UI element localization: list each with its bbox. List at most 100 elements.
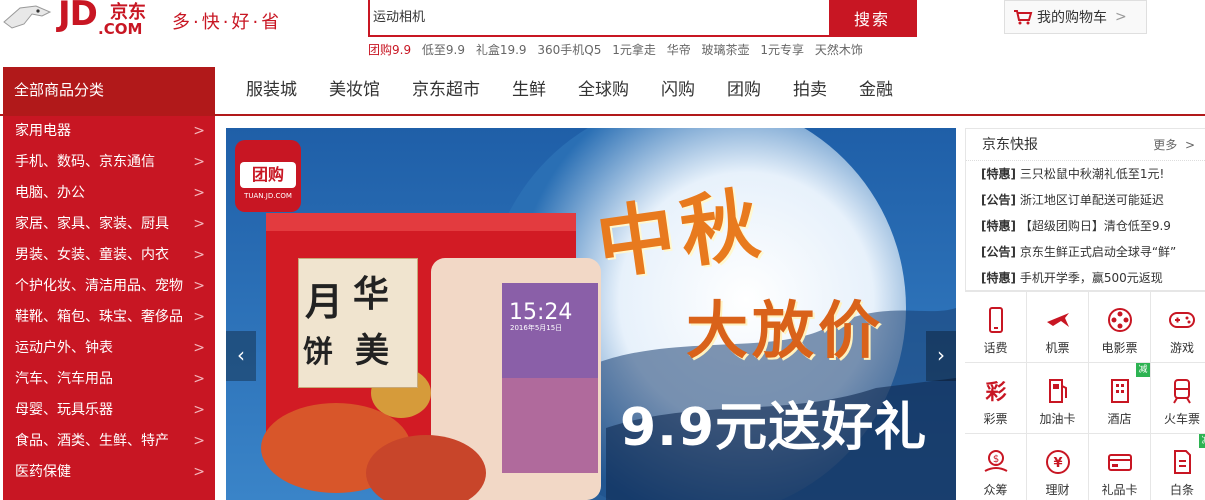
jd-logo[interactable]: JD 京东 .COM 多·快·好·省 <box>0 0 300 40</box>
search-input[interactable] <box>370 0 829 35</box>
category-item[interactable]: 电脑、办公 > <box>3 178 215 209</box>
service-label: 酒店 <box>1107 412 1132 426</box>
news-more-label: 更多 <box>1153 138 1178 152</box>
service-hotel[interactable]: 减 酒店 <box>1089 363 1151 434</box>
promo-title-line2: 大放价 <box>686 294 885 367</box>
svg-text:彩: 彩 <box>984 380 1006 404</box>
hot-keyword[interactable]: 华帝 <box>667 43 691 57</box>
mooncake-char: 饼 <box>303 335 333 370</box>
category-label: 家用电器 <box>15 123 71 139</box>
chevron-right-icon: > <box>193 154 205 170</box>
service-label: 彩票 <box>983 412 1008 426</box>
category-item[interactable]: 家居、家具、家装、厨具 > <box>3 209 215 240</box>
chevron-right-icon: > <box>193 402 205 418</box>
services-grid: 话费 机票 电影票 游戏 彩 彩票 加油卡 减 酒店 火车票 $ 众筹 ¥ 理财… <box>965 291 1205 500</box>
chevron-right-icon: > <box>1115 9 1127 25</box>
chevron-right-icon: > <box>193 371 205 387</box>
news-panel: 京东快报 更多 > [特惠] 三只松鼠中秋潮礼低至1元! [公告] 浙江地区订单… <box>965 128 1205 291</box>
train-icon <box>1173 379 1191 404</box>
finance-icon: ¥ <box>1045 450 1070 474</box>
category-item[interactable]: 男装、女装、童装、内衣 > <box>3 240 215 271</box>
nav-link[interactable]: 金融 <box>843 67 909 113</box>
service-giftcard[interactable]: 礼品卡 <box>1089 434 1151 500</box>
service-crowdfund[interactable]: $ 众筹 <box>965 434 1027 500</box>
service-label: 白条 <box>1169 483 1194 497</box>
category-label: 医药保健 <box>15 464 71 480</box>
chevron-right-icon: > <box>193 309 205 325</box>
news-more-link[interactable]: 更多 > <box>1153 129 1195 161</box>
tuangou-label: 团购 <box>240 162 296 188</box>
category-label: 鞋靴、箱包、珠宝、奢侈品 <box>15 309 183 325</box>
news-item[interactable]: [特惠] 手机开学季，赢500元返现 <box>966 265 1205 291</box>
category-item[interactable]: 家用电器 > <box>3 116 215 147</box>
category-item[interactable]: 母婴、玩具乐器 > <box>3 395 215 426</box>
cart-button[interactable]: 我的购物车 > <box>1004 0 1147 34</box>
news-item[interactable]: [特惠] 三只松鼠中秋潮礼低至1元! <box>966 161 1205 187</box>
service-finance[interactable]: ¥ 理财 <box>1027 434 1089 500</box>
category-item[interactable]: 个护化妆、清洁用品、宠物 > <box>3 271 215 302</box>
hot-keyword[interactable]: 1元专享 <box>760 43 804 57</box>
category-item[interactable]: 汽车、汽车用品 > <box>3 364 215 395</box>
chevron-right-icon: > <box>193 340 205 356</box>
news-item[interactable]: [特惠] 【超级团购日】清仓低至9.9 <box>966 213 1205 239</box>
mooncake-char: 美 <box>355 331 389 371</box>
chevron-right-icon: > <box>193 247 205 263</box>
hot-keyword[interactable]: 360手机Q5 <box>537 43 601 57</box>
category-label: 男装、女装、童装、内衣 <box>15 247 169 263</box>
discount-flag: 减 <box>1136 363 1150 377</box>
chevron-right-icon: > <box>193 216 205 232</box>
nav-link[interactable]: 团购 <box>711 67 777 113</box>
category-item[interactable]: 鞋靴、箱包、珠宝、奢侈品 > <box>3 302 215 333</box>
service-train[interactable]: 火车票 <box>1151 363 1205 434</box>
category-label: 手机、数码、京东通信 <box>15 154 155 170</box>
news-item[interactable]: [公告] 浙江地区订单配送可能延迟 <box>966 187 1205 213</box>
news-item[interactable]: [公告] 京东生鲜正式启动全球寻“鲜” <box>966 239 1205 265</box>
hot-keyword[interactable]: 低至9.9 <box>422 43 465 57</box>
hot-keyword[interactable]: 天然木饰 <box>815 43 863 57</box>
banner-prev-button[interactable]: ‹ <box>226 331 256 381</box>
slogan: 多·快·好·省 <box>172 12 283 33</box>
category-label: 电脑、办公 <box>15 185 85 201</box>
service-game[interactable]: 游戏 <box>1151 292 1205 363</box>
hot-keyword[interactable]: 玻璃茶壶 <box>702 43 750 57</box>
hotel-icon <box>1110 379 1129 403</box>
news-tag: [特惠] <box>981 167 1016 181</box>
chevron-right-icon: > <box>193 123 205 139</box>
logo-text: JD <box>58 0 98 34</box>
service-lottery[interactable]: 彩 彩票 <box>965 363 1027 434</box>
news-tag: [公告] <box>981 193 1016 207</box>
service-label: 话费 <box>983 341 1008 355</box>
fuel-icon <box>1048 379 1067 403</box>
hot-keyword[interactable]: 团购9.9 <box>368 43 411 57</box>
nav-link[interactable]: 闪购 <box>645 67 711 113</box>
service-credit[interactable]: 减 白条 <box>1151 434 1205 500</box>
nav-link[interactable]: 服装城 <box>230 67 313 113</box>
promo-title-line1: 中秋 <box>591 177 771 292</box>
phone-date: 2016年5月15日 <box>510 324 563 332</box>
banner-next-button[interactable]: › <box>926 331 956 381</box>
nav-link[interactable]: 生鲜 <box>496 67 562 113</box>
service-phone[interactable]: 话费 <box>965 292 1027 363</box>
hot-keyword[interactable]: 1元拿走 <box>612 43 656 57</box>
service-label: 众筹 <box>983 483 1008 497</box>
logo-domain: .COM <box>98 20 143 38</box>
search-button[interactable]: 搜索 <box>829 0 915 35</box>
service-movie[interactable]: 电影票 <box>1089 292 1151 363</box>
tuangou-url: TUAN.JD.COM <box>244 192 292 200</box>
category-item[interactable]: 食品、酒类、生鲜、特产 > <box>3 426 215 457</box>
hot-keyword[interactable]: 礼盒19.9 <box>476 43 527 57</box>
nav-link[interactable]: 拍卖 <box>777 67 843 113</box>
category-label: 食品、酒类、生鲜、特产 <box>15 433 169 449</box>
category-item[interactable]: 手机、数码、京东通信 > <box>3 147 215 178</box>
category-item[interactable]: 医药保健 > <box>3 457 215 488</box>
film-icon <box>1107 308 1132 332</box>
service-fuel[interactable]: 加油卡 <box>1027 363 1089 434</box>
category-item[interactable]: 运动户外、钟表 > <box>3 333 215 364</box>
all-categories-tab[interactable]: 全部商品分类 <box>3 67 215 116</box>
nav-link[interactable]: 全球购 <box>562 67 645 113</box>
service-flight[interactable]: 机票 <box>1027 292 1089 363</box>
service-label: 礼品卡 <box>1101 483 1138 497</box>
nav-link[interactable]: 美妆馆 <box>313 67 396 113</box>
mooncake-box: 月 华 饼 美 <box>298 258 418 388</box>
nav-link[interactable]: 京东超市 <box>396 67 496 113</box>
